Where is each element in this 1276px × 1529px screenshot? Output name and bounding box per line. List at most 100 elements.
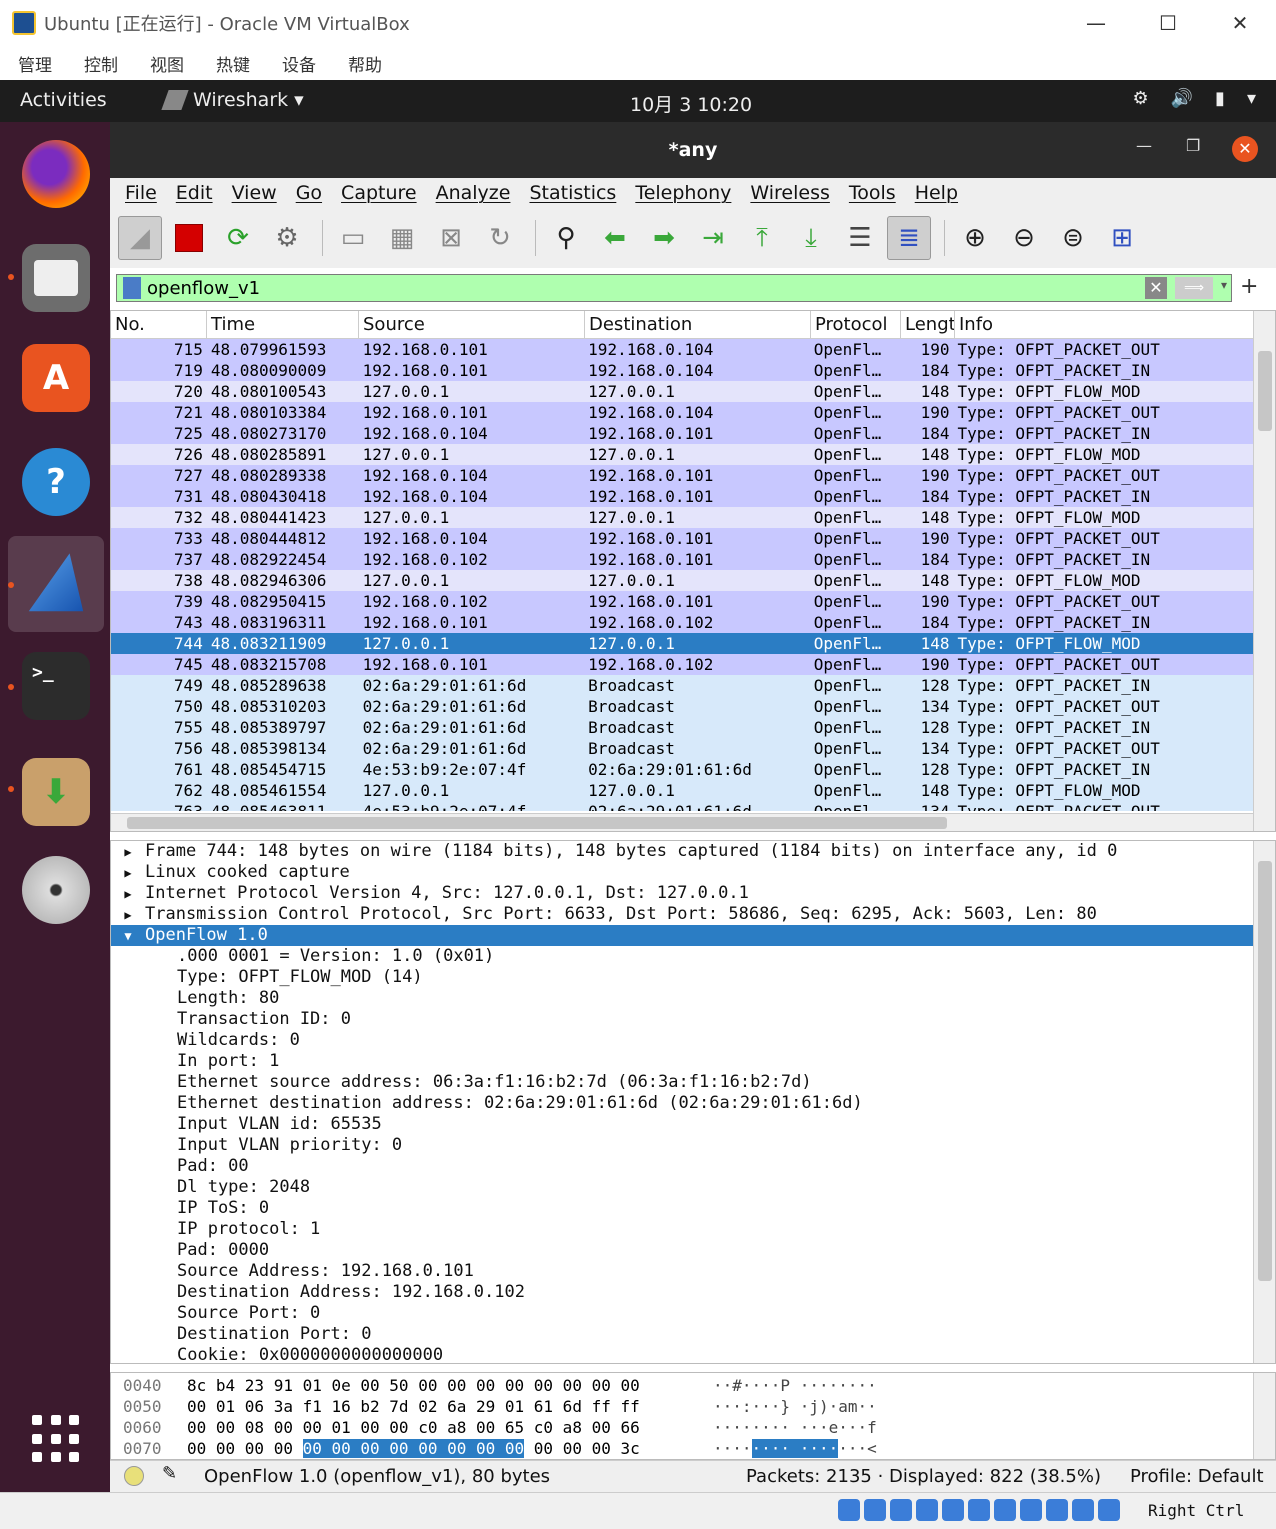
detail-field[interactable]: Length: 80 — [111, 988, 1253, 1009]
go-last-icon[interactable]: ⤓ — [789, 216, 833, 260]
menu-telephony[interactable]: Telephony — [635, 182, 731, 204]
display-filter-input[interactable]: openflow_v1 — [147, 278, 260, 299]
menu-tools[interactable]: Tools — [849, 182, 896, 204]
zoom-in-icon[interactable]: ⊕ — [953, 216, 997, 260]
software-center-icon[interactable]: A — [22, 344, 90, 412]
expand-right-icon[interactable]: ▶ — [111, 905, 145, 926]
detail-field[interactable]: .000 0001 = Version: 1.0 (0x01) — [111, 946, 1253, 967]
go-back-icon[interactable]: ⬅ — [593, 216, 637, 260]
packet-row[interactable]: 719 48.080090009 192.168.0.101 192.168.0.10… — [111, 360, 1253, 381]
zoom-out-icon[interactable]: ⊖ — [1002, 216, 1046, 260]
menu-help[interactable]: Help — [915, 182, 958, 204]
detail-field[interactable]: Ethernet source address: 06:3a:f1:16:b2:… — [111, 1072, 1253, 1093]
packet-row[interactable]: 745 48.083215708 192.168.0.101 192.168.0.10… — [111, 654, 1253, 675]
scroll-thumb[interactable] — [127, 817, 947, 829]
detail-field[interactable]: IP ToS: 0 — [111, 1198, 1253, 1219]
expert-info-icon[interactable] — [124, 1466, 144, 1486]
hex-bytes[interactable]: 00 00 08 00 00 01 00 00 c0 a8 00 65 c0 a… — [183, 1417, 713, 1438]
menu-wireless[interactable]: Wireless — [750, 182, 830, 204]
packet-list-vscroll[interactable] — [1253, 311, 1275, 831]
close-file-icon[interactable]: ⊠ — [429, 216, 473, 260]
packet-row[interactable]: 761 48.085454715 4e:53:b9:2e:07:4f 02:6a:29… — [111, 759, 1253, 780]
detail-field[interactable]: Source Address: 192.168.0.101 — [111, 1261, 1253, 1282]
details-vscroll[interactable] — [1253, 841, 1275, 1363]
packet-row[interactable]: 715 48.079961593 192.168.0.101 192.168.0.10… — [111, 339, 1253, 360]
detail-field[interactable]: In port: 1 — [111, 1051, 1253, 1072]
menu-go[interactable]: Go — [296, 182, 322, 204]
filter-history-dropdown[interactable]: ▾ — [1221, 278, 1227, 292]
scroll-thumb[interactable] — [1258, 861, 1272, 1281]
packet-row[interactable]: 750 48.085310203 02:6a:29:01:61:6d Broadcas… — [111, 696, 1253, 717]
column-destination[interactable]: Destination — [585, 311, 811, 338]
packet-list-hscroll[interactable] — [111, 813, 1253, 831]
ws-close-button[interactable]: ✕ — [1232, 136, 1258, 162]
detail-field[interactable]: Pad: 0000 — [111, 1240, 1253, 1261]
packet-row[interactable]: 720 48.080100543 127.0.0.1 127.0.0.1 OpenFl…… — [111, 381, 1253, 402]
detail-field[interactable]: Transaction ID: 0 — [111, 1009, 1253, 1030]
go-to-packet-icon[interactable]: ⇥ — [691, 216, 735, 260]
detail-field[interactable]: Ethernet destination address: 02:6a:29:0… — [111, 1093, 1253, 1114]
hex-bytes[interactable]: 8c b4 23 91 01 0e 00 50 00 00 00 00 00 0… — [183, 1375, 713, 1396]
column-no[interactable]: No. — [111, 311, 207, 338]
menu-view[interactable]: 视图 — [150, 51, 184, 76]
hex-bytes[interactable]: 00 00 00 00 00 00 00 00 00 00 00 00 00 0… — [183, 1438, 713, 1459]
help-icon[interactable]: ? — [22, 448, 90, 516]
display-filter-bar[interactable]: openflow_v1 ✕ ⟹ ▾ — [116, 274, 1232, 302]
packet-row[interactable]: 726 48.080285891 127.0.0.1 127.0.0.1 OpenFl…… — [111, 444, 1253, 465]
packet-row[interactable]: 725 48.080273170 192.168.0.104 192.168.0.10… — [111, 423, 1253, 444]
packet-row[interactable]: 721 48.080103384 192.168.0.101 192.168.0.10… — [111, 402, 1253, 423]
packet-row[interactable]: 743 48.083196311 192.168.0.101 192.168.0.10… — [111, 612, 1253, 633]
detail-section[interactable]: ▶ Internet Protocol Version 4, Src: 127.0… — [111, 883, 1253, 904]
packet-row[interactable]: 744 48.083211909 127.0.0.1 127.0.0.1 OpenFl…… — [111, 633, 1253, 654]
detail-section[interactable]: ▶ Frame 744: 148 bytes on wire (1184 bits… — [111, 841, 1253, 862]
packet-row[interactable]: 755 48.085389797 02:6a:29:01:61:6d Broadcas… — [111, 717, 1253, 738]
expand-right-icon[interactable]: ▶ — [111, 884, 145, 905]
expand-down-icon[interactable]: ▼ — [111, 926, 145, 947]
hex-ascii[interactable]: ··#····P ········ — [713, 1375, 913, 1396]
clear-filter-icon[interactable]: ✕ — [1145, 277, 1167, 299]
detail-field[interactable]: Type: OFPT_FLOW_MOD (14) — [111, 967, 1253, 988]
installer-icon[interactable]: ⬇ — [22, 758, 90, 826]
packet-row[interactable]: 739 48.082950415 192.168.0.102 192.168.0.10… — [111, 591, 1253, 612]
clock[interactable]: 10月 3 10:20 — [630, 90, 752, 117]
packet-row[interactable]: 733 48.080444812 192.168.0.104 192.168.0.10… — [111, 528, 1253, 549]
open-file-icon[interactable]: ▭ — [331, 216, 375, 260]
bookmark-icon[interactable] — [123, 277, 141, 299]
detail-field[interactable]: Dl type: 2048 — [111, 1177, 1253, 1198]
stop-capture-icon[interactable] — [167, 216, 211, 260]
disc-icon[interactable] — [22, 856, 90, 924]
packet-row[interactable]: 756 48.085398134 02:6a:29:01:61:6d Broadcas… — [111, 738, 1253, 759]
scroll-thumb[interactable] — [1258, 351, 1272, 431]
column-protocol[interactable]: Protocol — [811, 311, 901, 338]
resize-columns-icon[interactable]: ⊞ — [1100, 216, 1144, 260]
terminal-icon[interactable]: >_ — [22, 652, 90, 720]
column-time[interactable]: Time — [207, 311, 359, 338]
keyboard-icon[interactable] — [1098, 1499, 1120, 1521]
detail-section[interactable]: ▶ Transmission Control Protocol, Src Port… — [111, 904, 1253, 925]
hex-ascii[interactable]: ···:···} ·j)·am·· — [713, 1396, 913, 1417]
start-capture-icon[interactable]: ◢ — [118, 216, 162, 260]
packet-row[interactable]: 749 48.085289638 02:6a:29:01:61:6d Broadcas… — [111, 675, 1253, 696]
optical-drive-icon[interactable] — [864, 1499, 886, 1521]
packet-row[interactable]: 731 48.080430418 192.168.0.104 192.168.0.10… — [111, 486, 1253, 507]
autoscroll-icon[interactable]: ☰ — [838, 216, 882, 260]
expand-right-icon[interactable]: ▶ — [111, 863, 145, 884]
menu-hotkeys[interactable]: 热键 — [216, 51, 250, 76]
add-filter-button[interactable]: + — [1240, 274, 1258, 299]
detail-field[interactable]: Destination Port: 0 — [111, 1324, 1253, 1345]
system-tray[interactable]: ⚙ 🔊 ▮ ▾ — [1132, 88, 1256, 109]
detail-field[interactable]: Pad: 00 — [111, 1156, 1253, 1177]
audio-icon[interactable] — [890, 1499, 912, 1521]
cpu-icon[interactable] — [1046, 1499, 1068, 1521]
find-packet-icon[interactable]: ⚲ — [544, 216, 588, 260]
menu-view[interactable]: View — [232, 182, 277, 204]
column-length[interactable]: Length — [901, 311, 955, 338]
colorize-icon[interactable]: ≣ — [887, 216, 931, 260]
packet-row[interactable]: 737 48.082922454 192.168.0.102 192.168.0.10… — [111, 549, 1253, 570]
detail-field[interactable]: Destination Address: 192.168.0.102 — [111, 1282, 1253, 1303]
go-first-icon[interactable]: ⤒ — [740, 216, 784, 260]
detail-field[interactable]: Source Port: 0 — [111, 1303, 1253, 1324]
detail-field[interactable]: Wildcards: 0 — [111, 1030, 1253, 1051]
status-profile[interactable]: Profile: Default — [1130, 1466, 1264, 1487]
menu-analyze[interactable]: Analyze — [436, 182, 511, 204]
